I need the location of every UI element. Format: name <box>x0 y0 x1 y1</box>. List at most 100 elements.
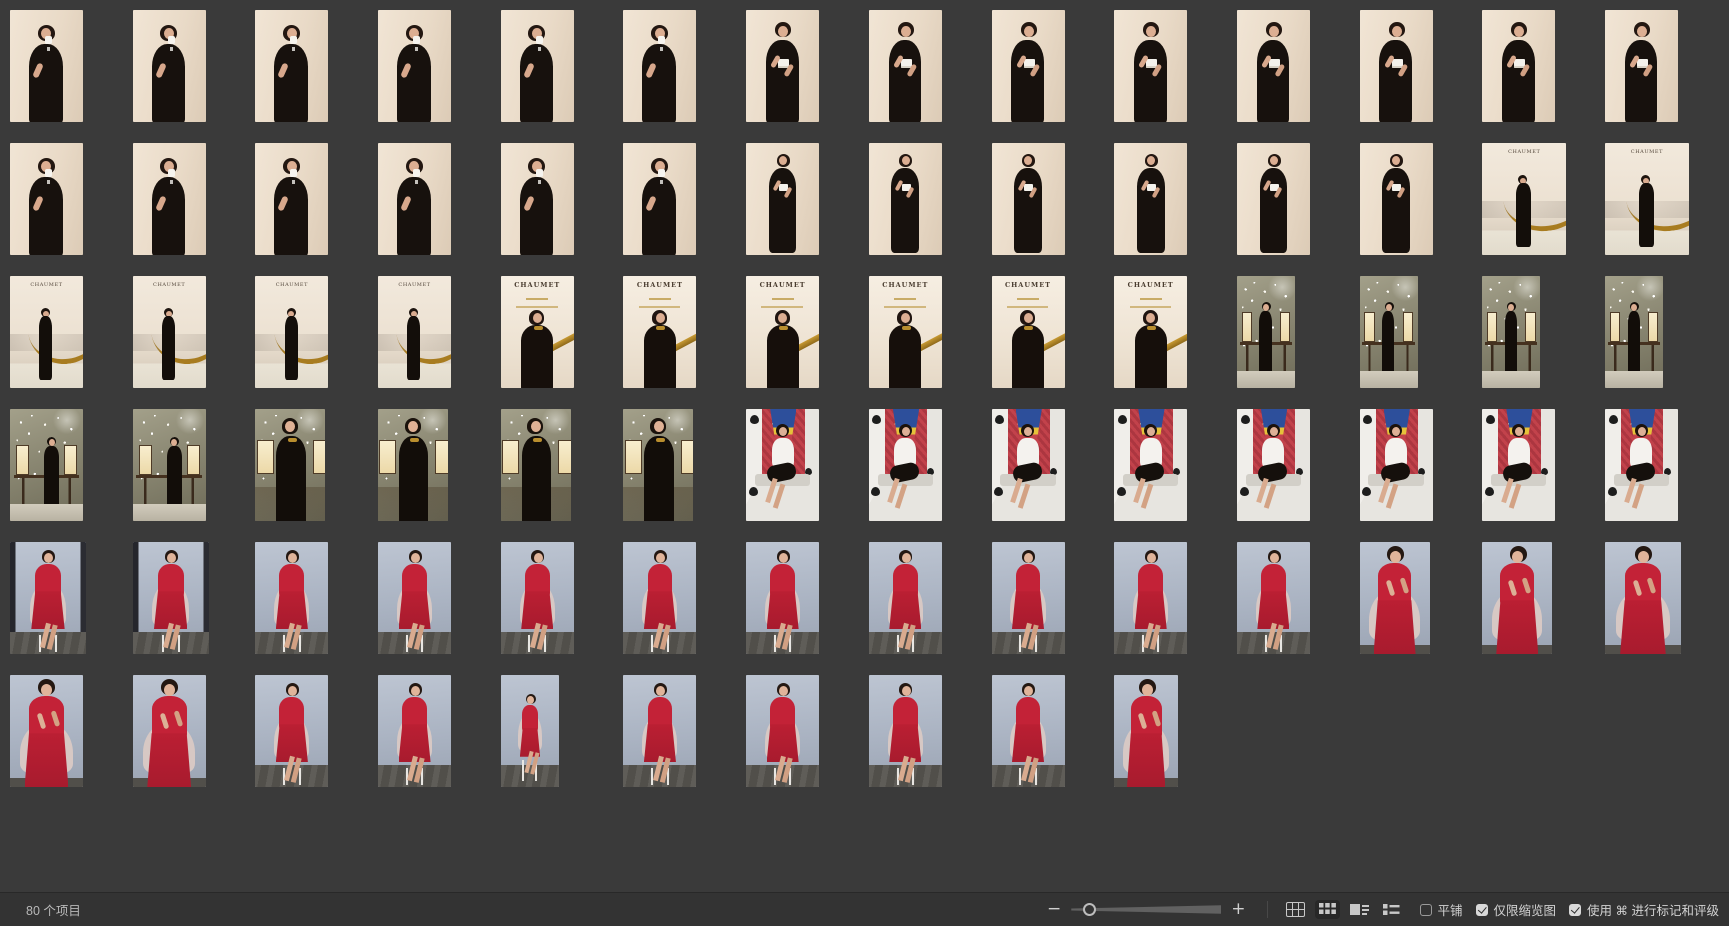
photo-thumbnail[interactable] <box>10 542 86 654</box>
photo-thumbnail[interactable] <box>1360 542 1430 654</box>
photo-thumbnail[interactable] <box>133 143 206 255</box>
photo-thumbnail[interactable] <box>1605 10 1678 122</box>
photo-thumbnail[interactable] <box>255 409 325 521</box>
photo-caption: CHAUMET <box>255 283 328 288</box>
photo-thumbnail[interactable]: CHAUMET <box>10 276 83 388</box>
photo-thumbnail[interactable]: CHAUMET <box>623 276 696 388</box>
photo-thumbnail[interactable] <box>10 10 83 122</box>
photo-thumbnail[interactable] <box>1605 542 1681 654</box>
photo-thumbnail[interactable] <box>1482 542 1552 654</box>
photo-thumbnail[interactable] <box>869 675 942 787</box>
photo-thumbnail[interactable] <box>746 10 819 122</box>
photo-thumbnail[interactable]: CHAUMET <box>378 276 451 388</box>
photo-thumbnail[interactable] <box>992 143 1065 255</box>
photo-thumbnail[interactable] <box>255 675 328 787</box>
photo-thumbnail[interactable] <box>1360 276 1418 388</box>
photo-thumbnail[interactable] <box>133 542 209 654</box>
thumbnails-only-checkbox[interactable] <box>1476 904 1488 916</box>
photo-thumbnail[interactable]: CHAUMET <box>992 276 1065 388</box>
tile-checkbox[interactable] <box>1420 904 1432 916</box>
photo-thumbnail[interactable] <box>133 10 206 122</box>
photo-thumbnail[interactable] <box>623 10 696 122</box>
photo-thumbnail[interactable] <box>746 143 819 255</box>
photo-thumbnail[interactable]: CHAUMET <box>501 276 574 388</box>
photo-thumbnail[interactable] <box>992 542 1065 654</box>
photo-thumbnail[interactable] <box>992 675 1065 787</box>
photo-thumbnail[interactable] <box>1360 409 1433 521</box>
photo-thumbnail[interactable] <box>1482 409 1555 521</box>
photo-thumbnail[interactable] <box>1114 10 1187 122</box>
list-view-button[interactable] <box>1379 900 1404 919</box>
thumbnail-size-slider[interactable] <box>1071 902 1221 918</box>
photo-thumbnail[interactable] <box>255 542 328 654</box>
photo-thumbnail[interactable] <box>623 409 693 521</box>
photo-thumbnail[interactable]: CHAUMET <box>1482 143 1566 255</box>
photo-thumbnail[interactable] <box>1114 409 1187 521</box>
photo-thumbnail[interactable] <box>1482 10 1555 122</box>
photo-thumbnail[interactable] <box>1605 276 1663 388</box>
photo-thumbnail[interactable] <box>623 542 696 654</box>
photo-thumbnail[interactable] <box>1237 10 1310 122</box>
figure-accessory <box>168 36 175 44</box>
photo-thumbnail[interactable] <box>1360 10 1433 122</box>
photo-thumbnail[interactable] <box>623 143 696 255</box>
slider-thumb[interactable] <box>1083 903 1096 916</box>
photo-thumbnail[interactable]: CHAUMET <box>746 276 819 388</box>
zoom-out-button[interactable]: − <box>1043 901 1065 918</box>
zoom-in-button[interactable]: + <box>1227 901 1249 918</box>
photo-thumbnail[interactable] <box>1114 542 1187 654</box>
photo-thumbnail[interactable]: CHAUMET <box>869 276 942 388</box>
photo-thumbnail[interactable] <box>378 10 451 122</box>
photo-thumbnail[interactable] <box>378 409 448 521</box>
photo-thumbnail[interactable] <box>1237 276 1295 388</box>
photo-thumbnail[interactable] <box>501 409 571 521</box>
photo-thumbnail[interactable] <box>1114 675 1178 787</box>
photo-thumbnail[interactable] <box>501 10 574 122</box>
photo-thumbnail[interactable] <box>1605 409 1678 521</box>
photo-thumbnail[interactable] <box>869 143 942 255</box>
photo-thumbnail[interactable] <box>378 143 451 255</box>
figure-accessory <box>1147 184 1156 191</box>
marking-rating-checkbox[interactable] <box>1569 904 1581 916</box>
photo-thumbnail[interactable] <box>869 542 942 654</box>
photo-thumbnail[interactable] <box>1237 542 1310 654</box>
photo-thumbnail[interactable] <box>10 409 83 521</box>
photo-thumbnail[interactable] <box>1114 143 1187 255</box>
photo-thumbnail[interactable] <box>623 675 696 787</box>
photo-thumbnail[interactable] <box>869 409 942 521</box>
photo-thumbnail[interactable] <box>501 675 559 787</box>
photo-thumbnail[interactable] <box>133 675 206 787</box>
photo-thumbnail[interactable] <box>992 409 1065 521</box>
figure-face <box>1390 551 1401 563</box>
photo-thumbnail[interactable] <box>378 542 451 654</box>
grid-view-button[interactable] <box>1282 899 1309 920</box>
figure-face <box>1263 304 1269 311</box>
figure-accessory <box>533 438 542 442</box>
photo-thumbnail[interactable] <box>255 143 328 255</box>
thumbnail-details-view-button[interactable] <box>1346 900 1373 919</box>
photo-thumbnail[interactable] <box>133 409 206 521</box>
photo-thumbnail[interactable] <box>501 143 574 255</box>
photo-thumbnail[interactable] <box>1360 143 1433 255</box>
photo-thumbnail[interactable]: CHAUMET <box>1114 276 1187 388</box>
photo-thumbnail[interactable] <box>746 409 819 521</box>
photo-thumbnail[interactable] <box>1237 143 1310 255</box>
photo-thumbnail[interactable] <box>1237 409 1310 521</box>
thumbnail-grid-view-button[interactable] <box>1315 900 1340 919</box>
list-view-icon <box>1383 903 1400 916</box>
photo-thumbnail[interactable]: CHAUMET <box>133 276 206 388</box>
photo-thumbnail[interactable] <box>10 143 83 255</box>
photo-thumbnail[interactable]: CHAUMET <box>1605 143 1689 255</box>
photo-thumbnail[interactable] <box>1482 276 1540 388</box>
photo-thumbnail[interactable] <box>501 542 574 654</box>
photo-thumbnail[interactable] <box>746 542 819 654</box>
photo-thumbnail[interactable] <box>255 10 328 122</box>
photo-thumbnail[interactable] <box>378 675 451 787</box>
photo-thumbnail[interactable] <box>869 10 942 122</box>
photo-thumbnail[interactable] <box>992 10 1065 122</box>
photo-thumbnail[interactable]: CHAUMET <box>255 276 328 388</box>
figure-body <box>522 436 551 521</box>
photo-thumbnail[interactable] <box>10 675 83 787</box>
figure-accessory <box>147 733 191 787</box>
photo-thumbnail[interactable] <box>746 675 819 787</box>
